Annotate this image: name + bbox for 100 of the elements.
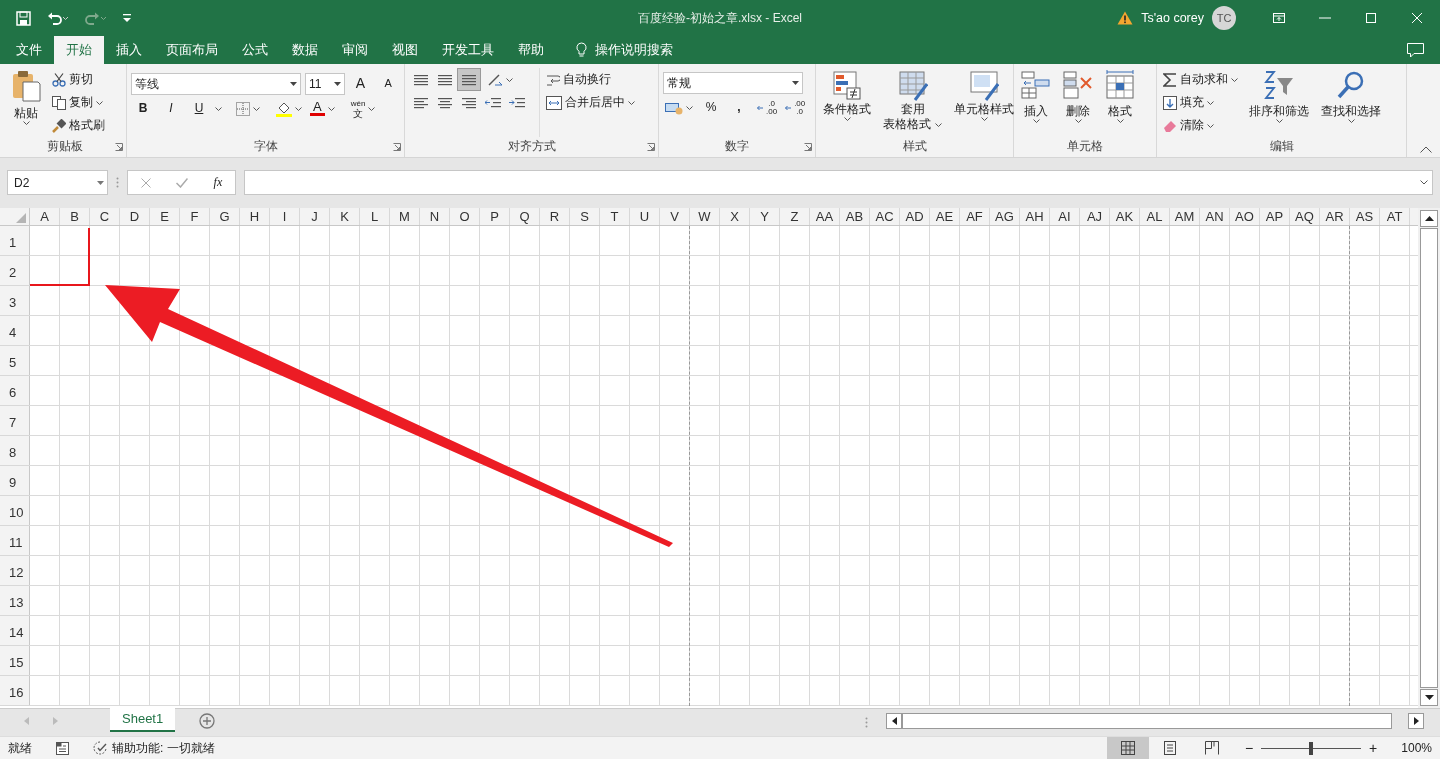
column-header[interactable]: AP [1260,208,1290,225]
zoom-slider-thumb[interactable] [1309,741,1314,755]
name-box[interactable]: D2 [7,170,108,195]
column-header[interactable]: U [630,208,660,225]
cell-styles-button[interactable]: 单元格样式 [951,68,1017,137]
dialog-launcher[interactable] [804,143,812,151]
copy-button[interactable]: 复制 [50,91,107,114]
format-as-table-button[interactable]: 套用 表格格式 [880,68,945,137]
decrease-font-button[interactable]: A [376,72,400,95]
ribbon-tab[interactable]: 视图 [380,36,430,64]
insert-cells-button[interactable]: 插入 [1018,68,1054,137]
column-header[interactable]: M [390,208,420,225]
accessibility-status[interactable]: 辅助功能: 一切就绪 [93,740,215,756]
ribbon-tab[interactable]: 开始 [54,36,104,64]
column-header[interactable]: A [30,208,60,225]
column-header[interactable]: G [210,208,240,225]
column-header[interactable]: I [270,208,300,225]
column-header[interactable]: L [360,208,390,225]
column-header[interactable]: C [90,208,120,225]
row-header[interactable]: 12 [0,556,30,586]
ribbon-tab[interactable]: 帮助 [506,36,556,64]
macro-record-button[interactable] [56,741,69,755]
font-size-field[interactable]: 11 [305,72,345,95]
column-header[interactable]: AM [1170,208,1200,225]
ribbon-tab[interactable]: 审阅 [330,36,380,64]
scroll-right-button[interactable] [1408,713,1424,729]
scroll-up-button[interactable] [1420,210,1438,227]
wrap-text-button[interactable]: 自动换行 [544,68,637,91]
italic-button[interactable]: I [159,97,183,120]
column-header[interactable]: T [600,208,630,225]
column-header[interactable]: E [150,208,180,225]
column-header[interactable]: AI [1050,208,1080,225]
row-header[interactable]: 6 [0,376,30,406]
column-header[interactable]: J [300,208,330,225]
column-header[interactable]: Z [780,208,810,225]
paste-button[interactable]: 粘贴 [8,68,44,137]
scroll-thumb[interactable] [902,713,1392,729]
row-header[interactable]: 11 [0,526,30,556]
merge-center-button[interactable]: 合并后居中 [544,91,637,114]
row-header[interactable]: 7 [0,406,30,436]
format-painter-button[interactable]: 格式刷 [50,114,107,137]
column-header[interactable]: AT [1380,208,1410,225]
column-header[interactable]: X [720,208,750,225]
column-header[interactable]: N [420,208,450,225]
column-header[interactable]: Q [510,208,540,225]
find-select-button[interactable]: 查找和选择 [1318,68,1384,137]
row-header[interactable]: 13 [0,586,30,616]
ribbon-tab[interactable]: 公式 [230,36,280,64]
font-color-button[interactable]: A [308,97,337,120]
row-header[interactable]: 10 [0,496,30,526]
column-header[interactable]: AD [900,208,930,225]
scroll-left-button[interactable] [886,713,902,729]
column-header[interactable]: D [120,208,150,225]
delete-cells-button[interactable]: 删除 [1060,68,1096,137]
column-header[interactable]: R [540,208,570,225]
number-format-field[interactable]: 常规 [663,72,803,94]
row-header[interactable]: 1 [0,226,30,256]
bold-button[interactable]: B [131,97,155,120]
clear-button[interactable]: 清除 [1161,114,1240,137]
column-header[interactable]: S [570,208,600,225]
sort-filter-button[interactable]: 排序和筛选 [1246,68,1312,137]
new-sheet-button[interactable] [199,713,216,729]
column-header[interactable]: AQ [1290,208,1320,225]
font-name-field[interactable]: 等线 [131,72,301,95]
dialog-launcher[interactable] [115,143,123,151]
ribbon-tab[interactable]: 插入 [104,36,154,64]
conditional-formatting-button[interactable]: 条件格式 [820,68,874,137]
column-header[interactable]: AK [1110,208,1140,225]
underline-button[interactable]: U [187,97,211,120]
zoom-out-button[interactable]: − [1244,739,1254,757]
scroll-thumb[interactable] [1420,228,1438,688]
ribbon-tab[interactable]: 文件 [4,36,54,64]
column-header[interactable]: AF [960,208,990,225]
column-header[interactable]: Y [750,208,780,225]
format-cells-button[interactable]: 格式 [1102,68,1138,137]
column-header[interactable]: AG [990,208,1020,225]
insert-function-button[interactable]: fx [213,175,223,190]
column-header[interactable]: V [660,208,690,225]
ribbon-tab[interactable]: 页面布局 [154,36,230,64]
bottom-align-button[interactable] [457,68,481,91]
column-header[interactable]: O [450,208,480,225]
column-header[interactable]: AR [1320,208,1350,225]
column-header[interactable]: AH [1020,208,1050,225]
column-header[interactable]: AE [930,208,960,225]
row-header[interactable]: 8 [0,436,30,466]
scroll-down-button[interactable] [1420,689,1438,706]
column-header[interactable]: K [330,208,360,225]
row-header[interactable]: 2 [0,256,30,286]
column-header[interactable]: P [480,208,510,225]
percent-button[interactable]: % [699,96,723,119]
column-header[interactable]: AL [1140,208,1170,225]
column-header[interactable]: F [180,208,210,225]
cut-button[interactable]: 剪切 [50,68,107,91]
column-header[interactable]: AJ [1080,208,1110,225]
column-header[interactable]: AA [810,208,840,225]
autosum-button[interactable]: 自动求和 [1161,68,1240,91]
row-header[interactable]: 9 [0,466,30,496]
comma-button[interactable]: , [727,96,751,119]
column-header[interactable]: AB [840,208,870,225]
formula-input[interactable] [244,170,1433,195]
